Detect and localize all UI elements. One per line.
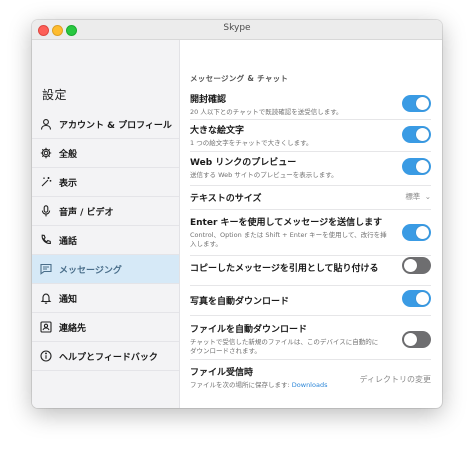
toggle-knob [416, 292, 429, 305]
downloads-folder-link[interactable]: Downloads [292, 381, 328, 389]
sidebar-item-audio-video[interactable]: 音声 / ビデオ [32, 197, 179, 226]
text-size-value: 標準 [405, 192, 421, 201]
chevron-down-icon: ⌄ [424, 192, 431, 201]
toggle-knob [404, 259, 417, 272]
text-size-select[interactable]: 標準 ⌄ [405, 191, 431, 202]
sidebar-item-notifications[interactable]: 通知 [32, 284, 179, 313]
paste-as-quote-toggle[interactable] [402, 257, 431, 274]
microphone-icon [39, 204, 53, 218]
setting-large-emoji: 大きな絵文字 1 つの絵文字をチャットで大きくします。 [190, 119, 431, 148]
sidebar-item-account[interactable]: アカウント & プロフィール [32, 110, 179, 139]
sidebar-item-label: 表示 [59, 178, 78, 189]
sidebar-item-label: 全般 [59, 149, 78, 160]
setting-title: コピーしたメッセージを引用として貼り付ける [190, 264, 379, 274]
enter-to-send-toggle[interactable] [402, 224, 431, 241]
sidebar-item-label: 連絡先 [59, 323, 87, 334]
sidebar-item-appearance[interactable]: 表示 [32, 168, 179, 197]
divider [190, 359, 431, 360]
messaging-settings-panel: メッセージング & チャット 開封確認 20 人以下とのチャットで既読確認を送受… [180, 40, 442, 408]
toggle-knob [404, 333, 417, 346]
setting-title: 大きな絵文字 [190, 126, 245, 136]
sidebar-heading: 設定 [42, 88, 68, 102]
info-icon [39, 349, 53, 363]
settings-sidebar: 設定 アカウント & プロフィール 全般 表示 音声 / ビデオ 通話 メッセー… [32, 40, 180, 408]
setting-title: Web リンクのプレビュー [190, 158, 297, 168]
setting-file-save-location: ファイル受信時 ファイルを次の場所に保存します: Downloads ディレクト… [190, 359, 431, 390]
sidebar-item-label: 音声 / ビデオ [59, 207, 114, 218]
setting-title: テキストのサイズ [190, 194, 262, 204]
auto-download-photos-toggle[interactable] [402, 290, 431, 307]
sidebar-item-general[interactable]: 全般 [32, 139, 179, 168]
setting-description: 20 人以下とのチャットで既読確認を送受信します。 [190, 108, 343, 116]
toggle-knob [416, 97, 429, 110]
magic-wand-icon [39, 175, 53, 189]
setting-description: Control、Option または Shift + Enter キーを使用して… [190, 231, 431, 249]
description-line: チャットで受信した新規のファイルは、このデバイスに自動的に [190, 338, 379, 346]
gear-icon [39, 146, 53, 160]
bell-icon [39, 291, 53, 305]
divider [190, 209, 431, 210]
person-icon [39, 117, 53, 131]
divider [190, 151, 431, 152]
setting-text-size: テキストのサイズ 標準 ⌄ [190, 185, 431, 204]
sidebar-item-help[interactable]: ヘルプとフィードバック [32, 342, 179, 371]
toggle-knob [416, 226, 429, 239]
sidebar-item-contacts[interactable]: 連絡先 [32, 313, 179, 342]
sidebar-item-calling[interactable]: 通話 [32, 226, 179, 255]
divider [190, 285, 431, 286]
save-location-prefix: ファイルを次の場所に保存します: [190, 381, 292, 389]
toggle-knob [416, 128, 429, 141]
setting-auto-download-photos: 写真を自動ダウンロード [190, 285, 431, 307]
setting-description: チャットで受信した新規のファイルは、このデバイスに自動的に ダウンロードされます… [190, 338, 431, 356]
setting-title: 写真を自動ダウンロード [190, 297, 290, 307]
description-line: ダウンロードされます。 [190, 347, 261, 355]
sidebar-item-label: ヘルプとフィードバック [59, 352, 158, 363]
sidebar-item-label: 通話 [59, 236, 78, 247]
settings-nav: アカウント & プロフィール 全般 表示 音声 / ビデオ 通話 メッセージング… [32, 110, 179, 371]
divider [190, 315, 431, 316]
chat-icon [39, 262, 53, 276]
description-line: Control、Option または Shift + Enter キーを使用して… [190, 231, 387, 239]
sidebar-item-label: メッセージング [59, 265, 122, 276]
section-title: メッセージング & チャット [190, 74, 289, 83]
setting-paste-as-quote: コピーしたメッセージを引用として貼り付ける [190, 255, 431, 274]
setting-description: 送信する Web サイトのプレビューを表示します。 [190, 171, 338, 179]
setting-web-link-preview: Web リンクのプレビュー 送信する Web サイトのプレビューを表示します。 [190, 151, 431, 180]
sidebar-item-label: アカウント & プロフィール [59, 120, 172, 131]
setting-enter-to-send: Enter キーを使用してメッセージを送信します Control、Option … [190, 209, 431, 249]
auto-download-files-toggle[interactable] [402, 331, 431, 348]
setting-description: 1 つの絵文字をチャットで大きくします。 [190, 139, 313, 147]
read-receipts-toggle[interactable] [402, 95, 431, 112]
title-bar: Skype [32, 20, 442, 40]
change-directory-button[interactable]: ディレクトリの変更 [360, 374, 431, 385]
divider [190, 119, 431, 120]
window-title: Skype [223, 23, 251, 33]
sidebar-item-messaging[interactable]: メッセージング [32, 255, 179, 284]
setting-read-receipts: 開封確認 20 人以下とのチャットで既読確認を送受信します。 [190, 92, 431, 117]
skype-window: Skype 設定 アカウント & プロフィール 全般 表示 音声 / ビデオ 通… [32, 20, 442, 408]
setting-title: ファイルを自動ダウンロード [190, 325, 308, 335]
setting-title: Enter キーを使用してメッセージを送信します [190, 218, 383, 228]
setting-auto-download-files: ファイルを自動ダウンロード チャットで受信した新規のファイルは、このデバイスに自… [190, 315, 431, 356]
setting-title: 開封確認 [190, 95, 227, 105]
divider [190, 185, 431, 186]
divider [190, 255, 431, 256]
description-line: 入します。 [190, 240, 222, 248]
contact-card-icon [39, 320, 53, 334]
sidebar-item-label: 通知 [59, 294, 78, 305]
phone-icon [39, 233, 53, 247]
toggle-knob [416, 160, 429, 173]
web-link-preview-toggle[interactable] [402, 158, 431, 175]
large-emoji-toggle[interactable] [402, 126, 431, 143]
